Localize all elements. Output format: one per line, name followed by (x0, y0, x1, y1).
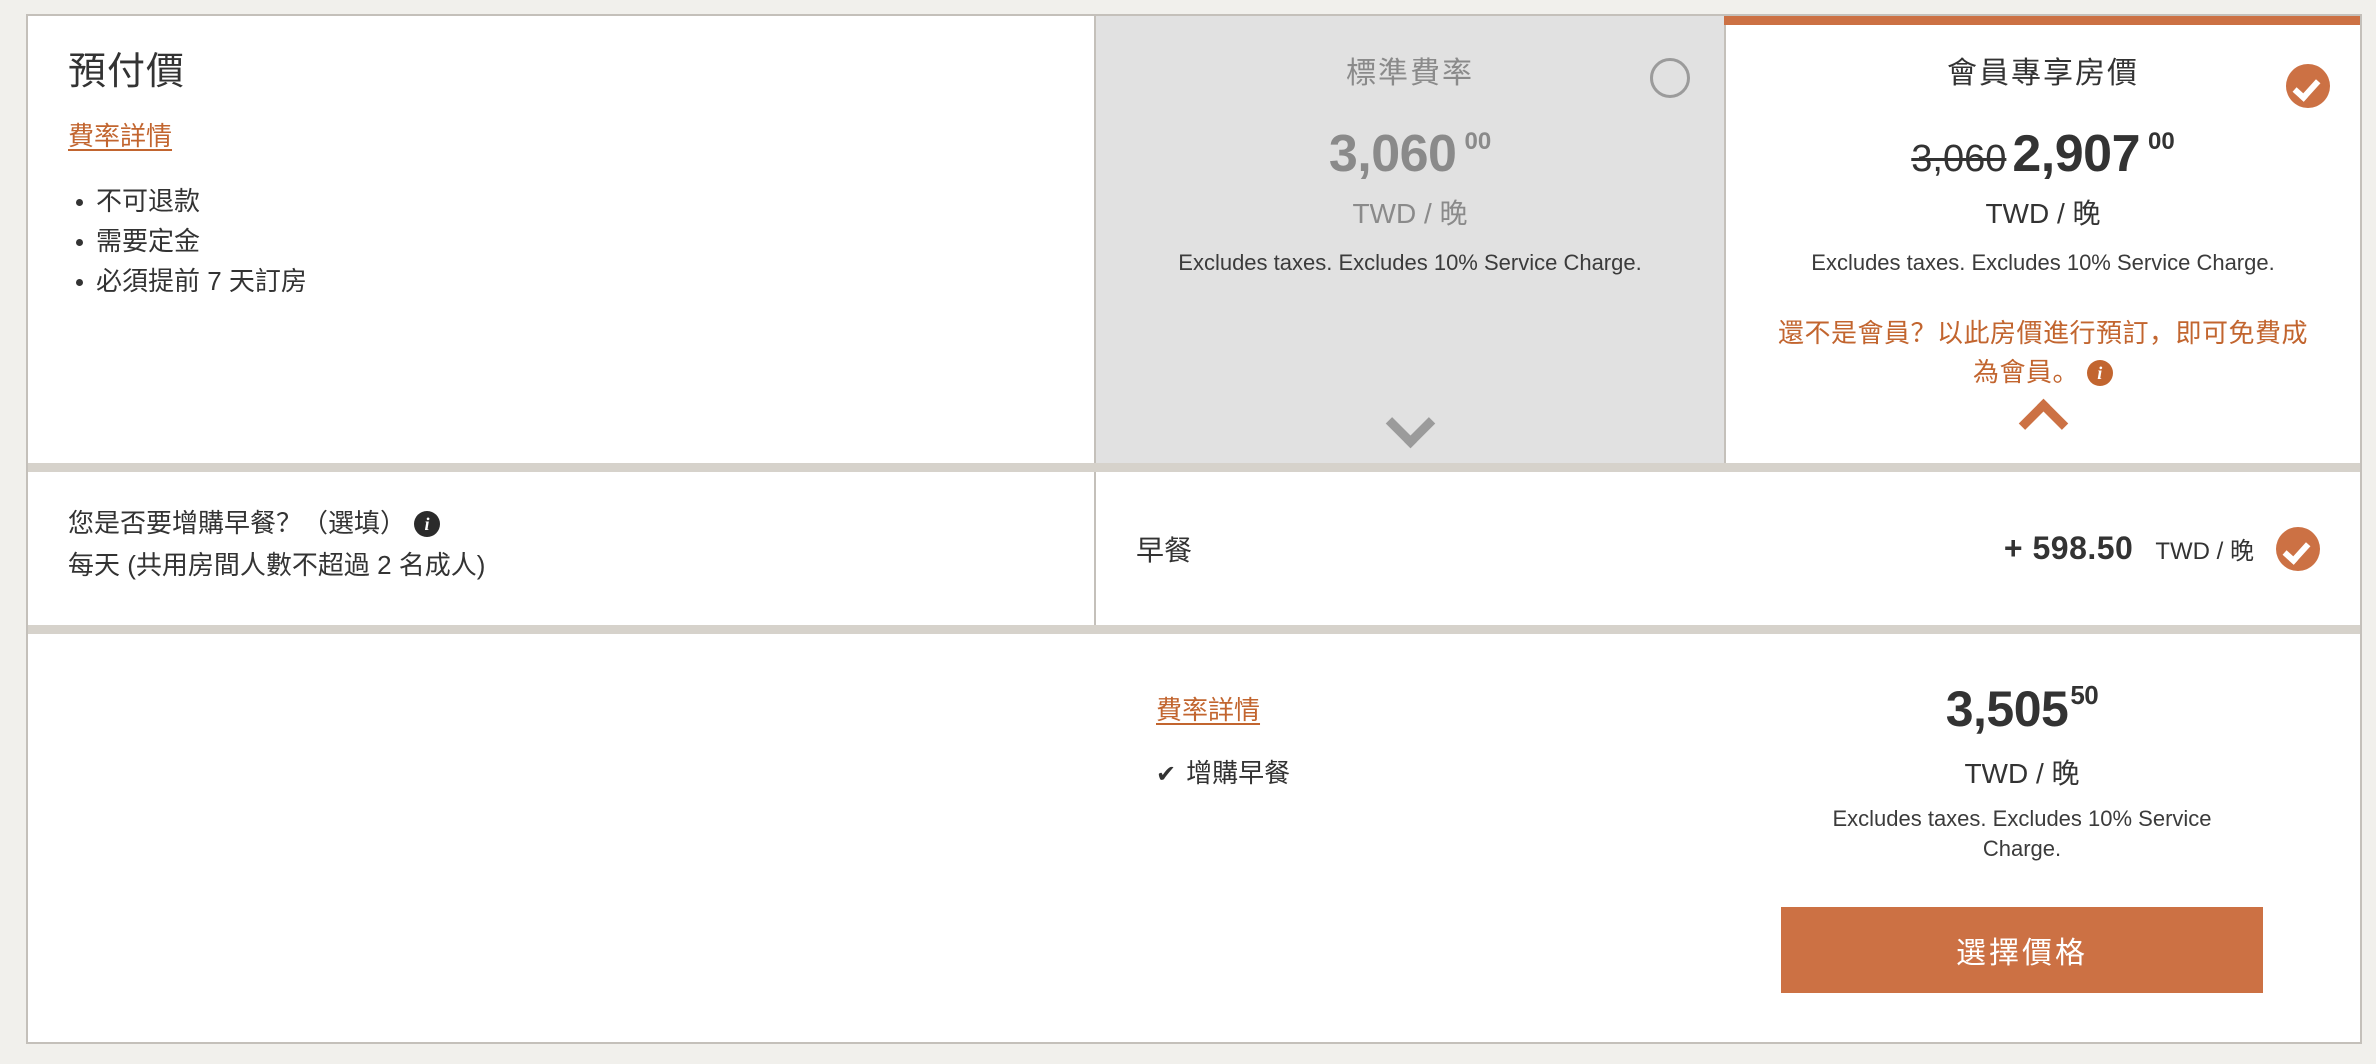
summary-total: 3,50550 TWD / 晚 Excludes taxes. Excludes… (1772, 682, 2272, 994)
member-rate-tax-note: Excludes taxes. Excludes 10% Service Cha… (1811, 250, 2275, 276)
rate-options-row: 預付價 費率詳情 不可退款 需要定金 必須提前 7 天訂房 標準費率 3,060… (28, 16, 2360, 463)
checkmark-icon: ✔ (1156, 761, 1177, 788)
summary-details: 費率詳情 ✔ 增購早餐 (1156, 690, 1716, 790)
breakfast-question: 您是否要增購早餐？（選填） i (68, 502, 1054, 544)
info-icon[interactable]: i (2087, 360, 2113, 387)
member-rate-cents: 00 (2148, 128, 2175, 155)
breakfast-row: 您是否要增購早餐？（選填） i 每天 (共用房間人數不超過 2 名成人) 早餐 +… (28, 472, 2360, 625)
list-item: 必須提前 7 天訂房 (76, 261, 1054, 301)
member-promo-text: 還不是會員？以此房價進行預訂，即可免費成為會員。 i (1750, 314, 2336, 392)
terms-list: 不可退款 需要定金 必須提前 7 天訂房 (68, 181, 1054, 301)
rate-comparison-page: 預付價 費率詳情 不可退款 需要定金 必須提前 7 天訂房 標準費率 3,060… (0, 0, 2376, 1064)
list-item: 不可退款 (76, 181, 1054, 221)
member-rate-amount: 2,907 (2012, 125, 2141, 183)
selected-highlight-bar (1724, 16, 2360, 25)
standard-rate-price: 3,060 00 (1120, 128, 1700, 180)
member-promo-label: 還不是會員？以此房價進行預訂，即可免費成為會員。 (1777, 318, 2308, 388)
rate-card: 預付價 費率詳情 不可退款 需要定金 必須提前 7 天訂房 標準費率 3,060… (26, 14, 2362, 1044)
member-rate-selected-marker[interactable] (2286, 64, 2330, 108)
standard-rate-option[interactable]: 標準費率 3,060 00 TWD / 晚 Excludes taxes. Exc… (1096, 16, 1724, 463)
section-divider (28, 463, 2360, 472)
standard-rate-radio[interactable] (1650, 58, 1694, 102)
check-circle-icon[interactable] (2276, 526, 2320, 571)
list-item: ✔ 增購早餐 (1156, 753, 1716, 790)
total-currency: TWD / 晚 (1964, 758, 2080, 789)
breakfast-option-label: 早餐 (1136, 534, 1193, 566)
total-price-cents: 50 (2070, 680, 2099, 710)
summary-rate-details-link[interactable]: 費率詳情 (1156, 690, 1260, 727)
summary-row: 費率詳情 ✔ 增購早餐 3,50550 TWD / 晚 Excludes taxe… (28, 634, 2360, 1042)
member-rate-currency: TWD / 晚 (1985, 198, 2101, 229)
standard-rate-tax-note: Excludes taxes. Excludes 10% Service Cha… (1178, 250, 1642, 276)
check-circle-icon (2286, 64, 2330, 108)
member-rate-collapse-button[interactable] (1726, 398, 2360, 449)
breakfast-currency: TWD / 晚 (2155, 538, 2254, 565)
member-rate-option[interactable]: 會員專享房價 3,060 2,907 00 TWD / 晚 Excludes tax… (1724, 16, 2360, 463)
chevron-down-icon (1385, 398, 1435, 449)
standard-rate-expand-button[interactable] (1096, 398, 1724, 449)
standard-rate-heading: 標準費率 (1346, 57, 1474, 90)
standard-rate-currency: TWD / 晚 (1352, 198, 1468, 229)
breakfast-option[interactable]: 早餐 + 598.50 TWD / 晚 (1096, 472, 2360, 625)
breakfast-subtext: 每天 (共用房間人數不超過 2 名成人) (68, 550, 486, 580)
total-price-amount: 3,505 (1945, 681, 2069, 737)
breakfast-amount: + 598.50 (2003, 530, 2134, 566)
page-title: 預付價 (68, 51, 186, 93)
breakfast-question-label: 您是否要增購早餐？（選填） (68, 508, 407, 538)
total-tax-note: Excludes taxes. Excludes 10% Service Cha… (1832, 806, 2212, 861)
total-price: 3,50550 (1772, 682, 2272, 734)
member-rate-original-amount: 3,060 (1911, 138, 2007, 180)
rate-details-link[interactable]: 費率詳情 (68, 116, 172, 153)
chevron-up-icon (2018, 398, 2068, 449)
standard-rate-amount: 3,060 (1328, 125, 1457, 183)
prepaid-terms-column: 預付價 費率詳情 不可退款 需要定金 必須提前 7 天訂房 (28, 16, 1096, 463)
standard-rate-cents: 00 (1464, 128, 1492, 155)
select-price-button[interactable]: 選擇價格 (1781, 907, 2263, 994)
radio-unselected-icon (1650, 58, 1690, 98)
info-icon[interactable]: i (414, 511, 441, 537)
list-item: 需要定金 (76, 221, 1054, 261)
breakfast-question-column: 您是否要增購早餐？（選填） i 每天 (共用房間人數不超過 2 名成人) (28, 472, 1096, 625)
member-rate-price: 3,060 2,907 00 (1750, 128, 2336, 180)
member-rate-heading: 會員專享房價 (1947, 57, 2139, 90)
breakfast-price-group: + 598.50 TWD / 晚 (2003, 526, 2320, 571)
section-divider (28, 625, 2360, 634)
summary-item-label: 增購早餐 (1186, 758, 1291, 788)
